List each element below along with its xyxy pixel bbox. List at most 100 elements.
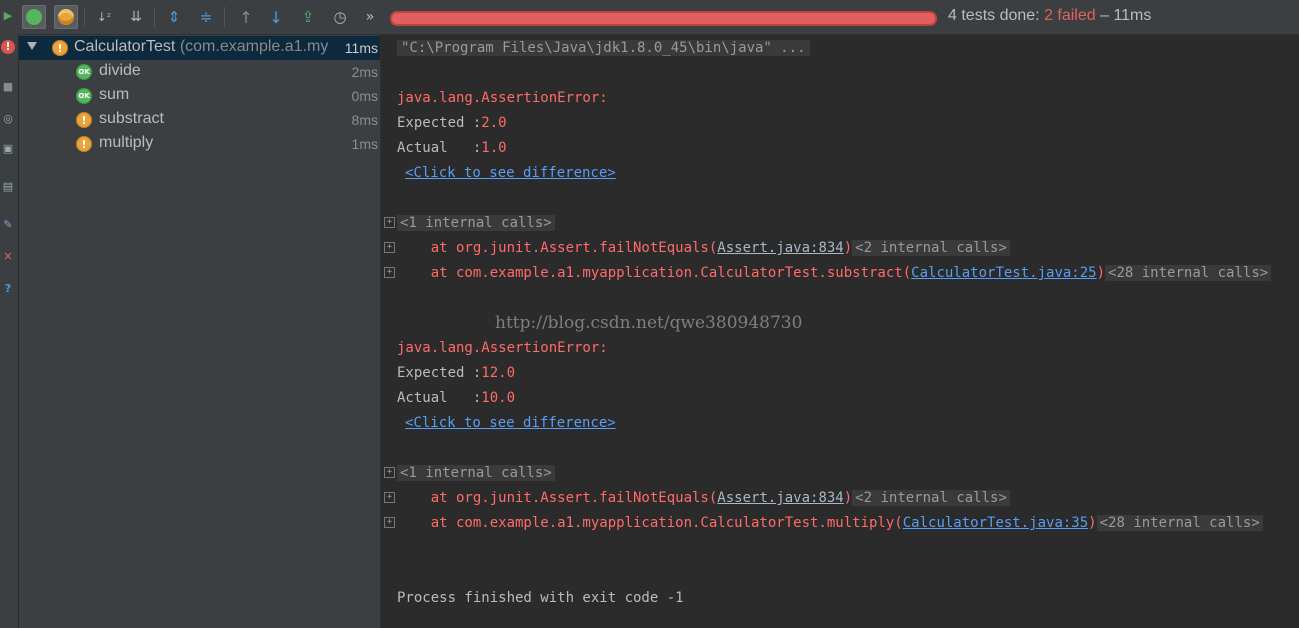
console-output[interactable]: "C:\Program Files\Java\jdk1.8.0_45\bin\j… bbox=[381, 35, 1299, 628]
expand-fold-icon[interactable]: + bbox=[384, 492, 395, 503]
tree-item-sum[interactable]: OK sum 0ms bbox=[19, 84, 380, 108]
see-difference-link[interactable]: <Click to see difference> bbox=[405, 165, 616, 181]
internal-calls-fold[interactable]: <1 internal calls> bbox=[397, 215, 555, 231]
dump-icon[interactable]: ▣ bbox=[1, 142, 15, 156]
test-time: 8ms bbox=[351, 112, 378, 128]
layout-icon[interactable]: ▤ bbox=[1, 180, 15, 194]
summary-time: – 11ms bbox=[1095, 7, 1152, 24]
expand-fold-icon[interactable]: + bbox=[384, 467, 395, 478]
expand-fold-icon[interactable]: + bbox=[384, 217, 395, 228]
source-link[interactable]: CalculatorTest.java:25 bbox=[911, 265, 1096, 281]
left-tool-strip: ▶ ! ■ ◎ ▣ ▤ ✎ ✕ ? bbox=[0, 0, 19, 628]
class-name: CalculatorTest bbox=[74, 38, 176, 55]
summary-failed: 2 failed bbox=[1044, 7, 1096, 24]
test-time: 0ms bbox=[351, 88, 378, 104]
source-link[interactable]: Assert.java:834 bbox=[717, 490, 843, 506]
internal-calls-fold[interactable]: <28 internal calls> bbox=[1105, 265, 1272, 281]
show-ignored-icon bbox=[58, 9, 74, 25]
tree-root-calculatortest[interactable]: ! CalculatorTest (com.example.a1.my 11ms bbox=[19, 36, 380, 60]
collapse-all-icon: ≑ bbox=[199, 8, 213, 26]
close-icon[interactable]: ✕ bbox=[1, 250, 15, 264]
test-time: 1ms bbox=[351, 136, 378, 152]
sort-alpha-button[interactable]: ↓ᶻ bbox=[92, 5, 116, 29]
camera-icon[interactable]: ◎ bbox=[1, 112, 15, 126]
diff-link-line: <Click to see difference> bbox=[405, 413, 616, 433]
expected-line: Expected :12.0 bbox=[397, 363, 515, 383]
package-name: (com.example.a1.my bbox=[175, 38, 329, 55]
watermark: http://blog.csdn.net/qwe380948730 bbox=[495, 313, 803, 333]
show-passed-button[interactable] bbox=[22, 5, 46, 29]
expected-label: Expected : bbox=[397, 115, 482, 131]
stack-frame: at org.junit.Assert.failNotEquals(Assert… bbox=[397, 238, 1010, 258]
error-icon[interactable]: ! bbox=[1, 40, 15, 54]
expand-fold-icon[interactable]: + bbox=[384, 517, 395, 528]
history-icon: ◷ bbox=[333, 8, 347, 26]
collapse-all-button[interactable]: ≑ bbox=[194, 5, 218, 29]
toolbar-separator bbox=[224, 7, 225, 27]
see-difference-link[interactable]: <Click to see difference> bbox=[405, 415, 616, 431]
tree-root-label: CalculatorTest (com.example.a1.my bbox=[74, 38, 328, 56]
actual-label: Actual : bbox=[397, 140, 482, 156]
actual-line: Actual :1.0 bbox=[397, 138, 507, 158]
expand-all-button[interactable]: ⇕ bbox=[162, 5, 186, 29]
internal-calls-fold[interactable]: <28 internal calls> bbox=[1096, 515, 1263, 531]
more-icon: » bbox=[365, 9, 375, 25]
more-button[interactable]: » bbox=[358, 5, 382, 29]
warning-icon: ! bbox=[52, 40, 68, 56]
warning-icon: ! bbox=[76, 136, 92, 152]
assertion-error: java.lang.AssertionError: bbox=[397, 90, 608, 106]
sort-alpha-icon: ↓ᶻ bbox=[96, 10, 112, 24]
toolbar-separator bbox=[84, 7, 85, 27]
expand-fold-icon[interactable]: + bbox=[384, 242, 395, 253]
expected-line: Expected :2.0 bbox=[397, 113, 507, 133]
expected-value: 2.0 bbox=[481, 115, 507, 131]
source-link[interactable]: CalculatorTest.java:35 bbox=[903, 515, 1088, 531]
test-summary: 4 tests done: 2 failed – 11ms bbox=[948, 7, 1151, 25]
prev-failed-button[interactable]: ↑ bbox=[234, 5, 258, 29]
tree-item-divide[interactable]: OK divide 2ms bbox=[19, 60, 380, 84]
internal-calls-fold[interactable]: <2 internal calls> bbox=[852, 490, 1010, 506]
test-progress-bar bbox=[390, 11, 937, 26]
stack-frame: at com.example.a1.myapplication.Calculat… bbox=[397, 263, 1272, 283]
actual-label: Actual : bbox=[397, 390, 482, 406]
source-link[interactable]: Assert.java:834 bbox=[717, 240, 843, 256]
internal-calls-fold[interactable]: <2 internal calls> bbox=[852, 240, 1010, 256]
test-name: substract bbox=[99, 110, 164, 127]
stop-icon[interactable]: ■ bbox=[1, 80, 15, 94]
sort-duration-button[interactable]: ⇊ bbox=[124, 5, 148, 29]
assertion-error: java.lang.AssertionError: bbox=[397, 340, 608, 356]
chevron-down-icon[interactable] bbox=[27, 42, 37, 50]
exit-message: Process finished with exit code -1 bbox=[397, 590, 684, 606]
frame-text: at org.junit.Assert.failNotEquals( bbox=[397, 240, 718, 256]
show-ignored-button[interactable] bbox=[54, 5, 78, 29]
passed-icon: OK bbox=[76, 64, 92, 80]
help-icon[interactable]: ? bbox=[1, 282, 15, 296]
next-failed-icon: ↓ bbox=[269, 7, 283, 27]
console-command-line: "C:\Program Files\Java\jdk1.8.0_45\bin\j… bbox=[397, 38, 810, 58]
export-button[interactable]: ⇪ bbox=[296, 5, 320, 29]
history-button[interactable]: ◷ bbox=[328, 5, 352, 29]
expand-all-icon: ⇕ bbox=[167, 8, 181, 26]
run-icon[interactable]: ▶ bbox=[1, 9, 15, 23]
test-time: 2ms bbox=[351, 64, 378, 80]
passed-icon: OK bbox=[76, 88, 92, 104]
command-fold[interactable]: "C:\Program Files\Java\jdk1.8.0_45\bin\j… bbox=[397, 40, 810, 56]
diff-link-line: <Click to see difference> bbox=[405, 163, 616, 183]
actual-value: 1.0 bbox=[481, 140, 507, 156]
next-failed-button[interactable]: ↓ bbox=[264, 5, 288, 29]
tree-item-multiply[interactable]: ! multiply 1ms bbox=[19, 132, 380, 156]
expand-fold-icon[interactable]: + bbox=[384, 267, 395, 278]
expected-value: 12.0 bbox=[481, 365, 516, 381]
internal-calls-fold[interactable]: <1 internal calls> bbox=[397, 465, 555, 481]
test-tree: ! CalculatorTest (com.example.a1.my 11ms… bbox=[19, 35, 381, 628]
frame-text: at com.example.a1.myapplication.Calculat… bbox=[397, 265, 912, 281]
pin-icon[interactable]: ✎ bbox=[1, 218, 15, 232]
test-name: sum bbox=[99, 86, 130, 103]
tree-root-time: 11ms bbox=[344, 40, 378, 56]
frame-text: at org.junit.Assert.failNotEquals( bbox=[397, 490, 718, 506]
expected-label: Expected : bbox=[397, 365, 482, 381]
export-icon: ⇪ bbox=[301, 8, 315, 26]
internal-calls-line: <1 internal calls> bbox=[397, 213, 555, 233]
actual-value: 10.0 bbox=[481, 390, 516, 406]
tree-item-substract[interactable]: ! substract 8ms bbox=[19, 108, 380, 132]
